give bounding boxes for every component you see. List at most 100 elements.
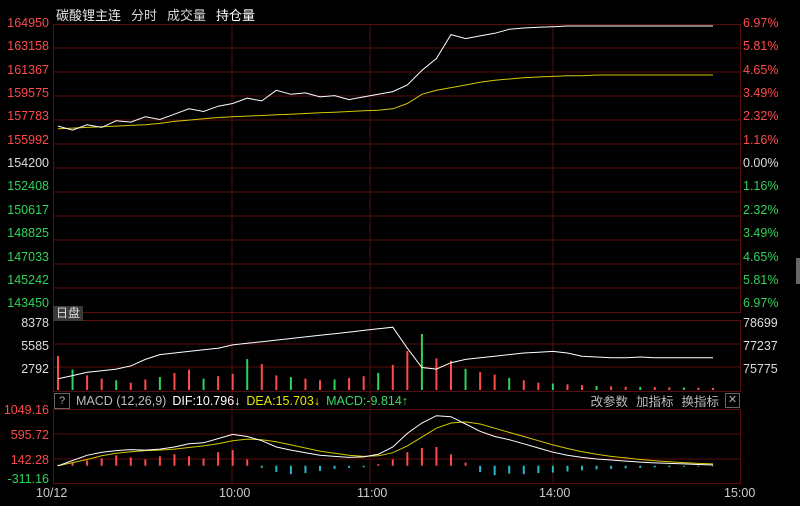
pct-axis-label-7: 1.16% [743, 179, 779, 194]
macd-histogram-bar [479, 465, 482, 473]
pct-axis-label-9: 3.49% [743, 226, 779, 241]
dif-line [57, 415, 714, 467]
macd-histogram-bar [304, 465, 307, 474]
time-label-1000: 10:00 [219, 486, 251, 500]
price-axis-label-12: 143450 [7, 296, 49, 311]
volume-bar [522, 380, 525, 390]
macd-histogram-bar [595, 465, 598, 470]
volume-bar [362, 376, 365, 390]
macd-label: MACD (12,26,9) [76, 393, 167, 408]
volume-bar [129, 382, 132, 390]
volume-bar [420, 333, 423, 390]
help-icon[interactable]: ? [54, 392, 70, 409]
time-label-1500: 15:00 [724, 486, 756, 500]
add-indicator-button[interactable]: 加指标 [636, 391, 674, 410]
macd-axis-0: 1049.16 [3, 403, 49, 417]
volume-bar [639, 386, 642, 390]
price-axis-label-0: 164950 [7, 16, 49, 30]
macd-histogram-bar [508, 465, 511, 474]
macd-axis-1: 595.72 [10, 428, 49, 442]
volume-bar [144, 379, 147, 390]
volume-bar [682, 387, 685, 390]
pct-axis-label-4: 2.32% [743, 109, 779, 124]
volume-bar [231, 373, 234, 390]
volume-bar [158, 377, 161, 390]
volume-bar [115, 380, 118, 390]
volume-bar [610, 386, 613, 390]
volume-bar [435, 358, 438, 390]
macd-histogram-bar [406, 452, 409, 466]
macd-histogram-bar [464, 462, 467, 466]
pct-axis-label-10: 4.65% [743, 249, 779, 264]
macd-histogram-bar [712, 465, 714, 467]
close-icon[interactable]: ✕ [725, 393, 740, 408]
volume-axis-left-2: 2792 [21, 362, 49, 376]
day-session-badge: 日盘 [53, 306, 83, 321]
macd-histogram-bar [581, 465, 583, 471]
macd-axis-3: -311.16 [7, 472, 49, 486]
macd-histogram-bar [202, 458, 205, 466]
price-axis-label-8: 150617 [7, 202, 49, 217]
pct-axis-label-12: 6.97% [743, 296, 779, 311]
price-axis-label-1: 163158 [7, 39, 49, 54]
volume-bar [508, 377, 511, 390]
volume-bar [202, 378, 205, 390]
volume-bar [304, 378, 307, 390]
volume-bar [333, 379, 336, 390]
volume-bar [377, 372, 380, 390]
macd-histogram-bar [100, 458, 103, 466]
macd-histogram-bar [362, 465, 365, 468]
macd-histogram-bar [537, 465, 540, 474]
macd-histogram-bar [188, 456, 190, 466]
pct-axis-label-6: 0.00% [743, 156, 779, 171]
macd-histogram-bar [420, 448, 423, 466]
chart-canvas [54, 25, 740, 483]
price-line [57, 25, 713, 131]
macd-histogram-bar [144, 459, 147, 466]
volume-axis-right-0: 78699 [743, 316, 778, 330]
price-axis-label-4: 157783 [7, 109, 49, 124]
volume-bar [275, 375, 278, 390]
macd-histogram-bar [551, 465, 554, 473]
macd-histogram-bar [275, 465, 278, 473]
macd-histogram-bar [450, 454, 452, 466]
volume-axis-right-2: 75775 [743, 362, 778, 376]
macd-histogram-bar [610, 465, 613, 469]
volume-axis-left-1: 5585 [21, 339, 49, 353]
macd-histogram-bar [86, 460, 89, 466]
volume-bar [289, 377, 292, 390]
open-interest-line [57, 326, 713, 380]
macd-histogram-bar [129, 457, 132, 466]
volume-bar [493, 374, 496, 390]
volume-axis-left-0: 8378 [21, 316, 49, 330]
volume-bar [712, 387, 714, 390]
pct-axis-label-0: 6.97% [743, 16, 779, 30]
price-axis-label-7: 152408 [7, 179, 49, 194]
volume-bar [246, 359, 249, 390]
macd-histogram-bar [653, 465, 656, 468]
price-axis-label-5: 155992 [7, 132, 49, 147]
price-axis-label-2: 161367 [7, 62, 49, 77]
volume-bar [260, 364, 263, 390]
volume-bar [217, 376, 220, 390]
macd-histogram-bar [289, 465, 292, 475]
change-indicator-button[interactable]: 换指标 [681, 391, 719, 410]
volume-bar [348, 377, 351, 390]
macd-histogram-bar [682, 465, 685, 467]
volume-bar [581, 385, 583, 390]
scrollbar-thumb[interactable] [796, 258, 800, 284]
macd-histogram-bar [260, 465, 263, 468]
volume-bar [624, 386, 627, 390]
macd-histogram-bar [158, 456, 161, 466]
volume-bar [188, 369, 190, 390]
price-axis-label-10: 147033 [7, 249, 49, 264]
macd-histogram-bar [333, 465, 336, 469]
volume-bar [86, 375, 89, 390]
macd-histogram-bar [493, 465, 496, 476]
volume-bar [668, 387, 671, 390]
edit-params-button[interactable]: 改参数 [590, 391, 628, 410]
pct-axis-label-5: 1.16% [743, 132, 779, 147]
volume-bar [537, 382, 540, 390]
macd-histogram-bar [217, 452, 220, 466]
time-label-1100: 11:00 [357, 486, 388, 500]
